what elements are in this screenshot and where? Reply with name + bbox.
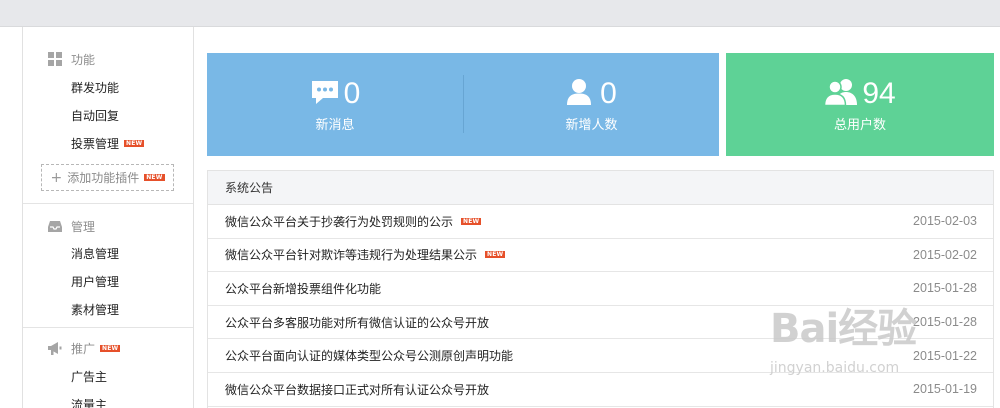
stats-panel: 0 新消息 0 新增人数 — [207, 53, 719, 156]
system-notice-panel: 系统公告 微信公众平台关于抄袭行为处罚规则的公示 NEW 2015-02-03 微… — [207, 170, 994, 408]
sidebar-item-vote-manage[interactable]: 投票管理 NEW — [71, 134, 145, 152]
notice-row[interactable]: 公众平台多客服功能对所有微信认证的公众号开放 2015-01-28 — [208, 306, 993, 340]
notice-row-date: 2015-02-02 — [913, 247, 977, 262]
plus-icon: + — [50, 169, 63, 186]
stat-label: 新增人数 — [565, 118, 618, 133]
stat-new-messages[interactable]: 0 新消息 — [207, 53, 463, 156]
notice-row-title: 微信公众平台关于抄袭行为处罚规则的公示 — [225, 214, 454, 229]
grid-icon — [47, 51, 63, 67]
notice-row-date: 2015-01-19 — [913, 382, 977, 397]
sidebar-item-label: 投票管理 — [71, 136, 120, 151]
notice-title: 系统公告 — [225, 181, 274, 195]
notice-row-date: 2015-01-28 — [913, 315, 977, 330]
new-badge: NEW — [124, 139, 145, 147]
sidebar-item-auto-reply[interactable]: 自动回复 — [71, 106, 119, 124]
section-title: 功能 — [71, 52, 96, 67]
section-header-features: 功能 — [47, 49, 95, 69]
sidebar-item-label: 消息管理 — [71, 246, 120, 261]
sidebar-item-message-manage[interactable]: 消息管理 — [71, 244, 119, 262]
stat-value: 94 — [862, 77, 896, 110]
stat-label: 总用户数 — [833, 118, 886, 133]
sidebar-item-label: 广告主 — [71, 369, 108, 384]
notice-row-title: 公众平台面向认证的媒体类型公众号公测原创声明功能 — [225, 349, 514, 364]
divider — [23, 327, 193, 328]
user-icon — [566, 78, 592, 110]
notice-row[interactable]: 公众平台新增投票组件化功能 2015-01-28 — [208, 272, 993, 306]
new-badge: NEW — [100, 344, 121, 352]
notice-row-title: 微信公众平台针对欺诈等违规行为处理结果公示 — [225, 248, 478, 263]
sidebar-item-label: 素材管理 — [71, 302, 120, 317]
main-page: 功能 群发功能 自动回复 投票管理 NEW + 添加功能插件 NEW 管理 消息管… — [0, 26, 1000, 408]
section-header-promotion: 推广 NEW — [47, 338, 121, 358]
notice-row[interactable]: 微信公众平台数据接口正式对所有认证公众号开放 2015-01-19 — [208, 373, 993, 407]
notice-row-title: 公众平台新增投票组件化功能 — [225, 281, 382, 296]
new-badge: NEW — [485, 251, 506, 259]
stat-new-users[interactable]: 0 新增人数 — [464, 53, 719, 156]
notice-header: 系统公告 — [208, 171, 993, 205]
notice-row[interactable]: 微信公众平台关于抄袭行为处罚规则的公示 NEW 2015-02-03 — [208, 205, 993, 239]
new-badge: NEW — [461, 217, 482, 225]
notice-row[interactable]: 公众平台面向认证的媒体类型公众号公测原创声明功能 2015-01-22 — [208, 339, 993, 373]
inbox-icon — [47, 218, 63, 234]
section-title: 推广 — [71, 341, 96, 356]
section-title: 管理 — [71, 219, 96, 234]
stat-total-users-panel: 94 总用户数 — [726, 53, 994, 156]
add-plugin-button[interactable]: + 添加功能插件 NEW — [41, 164, 174, 191]
new-badge: NEW — [144, 174, 165, 181]
sidebar-item-label: 用户管理 — [71, 274, 120, 289]
stat-total-users[interactable]: 94 总用户数 — [726, 53, 994, 156]
divider — [23, 203, 193, 204]
sidebar-item-label: 自动回复 — [71, 108, 120, 123]
sidebar-item-advertiser[interactable]: 广告主 — [71, 367, 107, 385]
chat-bubble-icon — [310, 79, 340, 109]
sidebar-item-mass-send[interactable]: 群发功能 — [71, 78, 119, 96]
megaphone-icon — [47, 340, 63, 356]
notice-row-date: 2015-01-22 — [913, 348, 977, 363]
sidebar-item-label: 群发功能 — [71, 80, 120, 95]
notice-row-date: 2015-02-03 — [913, 214, 977, 229]
section-header-manage: 管理 — [47, 216, 95, 236]
stat-label: 新消息 — [315, 118, 355, 133]
notice-row[interactable]: 微信公众平台针对欺诈等违规行为处理结果公示 NEW 2015-02-02 — [208, 239, 993, 273]
notice-row-date: 2015-01-28 — [913, 281, 977, 296]
sidebar-item-label: 流量主 — [71, 397, 108, 408]
sidebar-item-traffic-owner[interactable]: 流量主 — [71, 395, 107, 408]
sidebar-item-material-manage[interactable]: 素材管理 — [71, 300, 119, 318]
stat-value: 0 — [343, 77, 361, 110]
users-group-icon — [824, 78, 858, 110]
stat-value: 0 — [600, 77, 617, 110]
sidebar: 功能 群发功能 自动回复 投票管理 NEW + 添加功能插件 NEW 管理 消息管… — [22, 27, 194, 408]
sidebar-item-user-manage[interactable]: 用户管理 — [71, 272, 119, 290]
notice-row-title: 公众平台多客服功能对所有微信认证的公众号开放 — [225, 315, 490, 330]
notice-row-title: 微信公众平台数据接口正式对所有认证公众号开放 — [225, 382, 490, 397]
add-plugin-label: 添加功能插件 — [67, 171, 140, 185]
